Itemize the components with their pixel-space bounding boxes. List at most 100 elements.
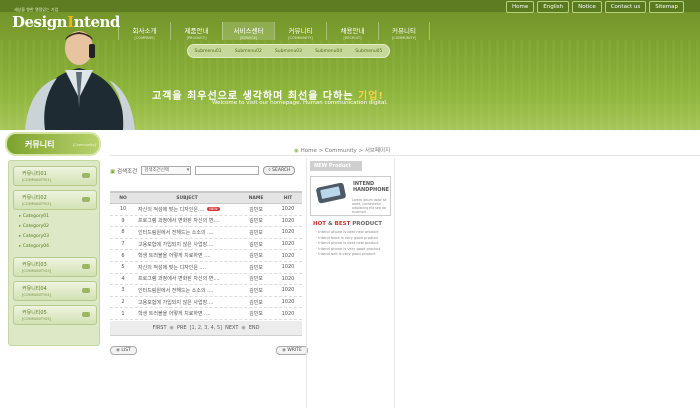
list-item[interactable]: Intend phone is best new product [316,241,380,247]
sidebar-item-community02[interactable]: 커뮤니티02 [COMMUNITY02] [13,190,97,210]
write-button[interactable]: WRITE [276,346,308,355]
top-link-contact[interactable]: Contact us [604,1,647,13]
subject-link[interactable]: 고용보험에 가입되지 않은 사업장.... [138,242,214,248]
sidebar-item-label: 커뮤니티02 [22,195,47,201]
sidebar-item-community04[interactable]: 커뮤니티04 [COMMUNITY04] [13,281,97,301]
nav-label: 제품안내 [184,27,209,35]
hot-best-title: HOT & BEST PRODUCT [313,221,382,227]
cell-subject[interactable]: 인터드림원에서 전해드는 소소의 .... [136,229,238,236]
cell-hit: 1020 [281,252,295,259]
pager-next[interactable]: NEXT [225,325,238,331]
arrow-icon [82,173,90,178]
column-header-name: NAME [248,195,264,201]
hot-title-amp: & [326,221,335,227]
search-icon: ⌕ [268,168,271,173]
subject-link[interactable]: 자신의 적성에 맞는 디자인은.... [138,207,204,213]
new-product-tab[interactable]: NEW Product [310,161,362,171]
subject-link[interactable]: 인터드림원에서 전해드는 소소의 .... [138,288,214,294]
search-button[interactable]: ⌕ SEARCH [263,166,296,175]
cell-subject[interactable]: 인터드림원에서 전해드는 소소의 .... [136,287,238,294]
table-row: 3 인터드림원에서 전해드는 소소의 .... 김민보 1020 [110,285,302,297]
table-header: NO SUBJECT NAME HIT [110,191,302,204]
sidebar-item-community05[interactable]: 커뮤니티05 [COMMUNITY05] [13,305,97,325]
cell-subject[interactable]: 프로그램 과정에서 변화된 자신의 변.... [136,275,238,282]
nav-item-product[interactable]: 제품안내 [PRODUCT] [170,22,222,40]
list-item[interactable]: Intend bell is very good product [316,252,380,258]
subject-link[interactable]: 고용보험에 가입되지 않은 사업장.... [138,300,214,306]
sidebar-subitem-category04[interactable]: Category04 [19,244,49,249]
next-arrow-icon[interactable]: ◉ [241,325,245,331]
sidebar-subitem-category03[interactable]: Category03 [19,234,49,239]
pager-first[interactable]: FIRST [152,325,166,331]
pager-prev[interactable]: PRE [177,325,187,331]
cell-no: 7 [121,241,125,248]
cell-no: 10 [119,206,127,213]
cell-hit: 1020 [281,287,295,294]
nav-item-service[interactable]: 서비스센터 [SERVICE] [222,22,274,40]
top-link-english[interactable]: English [537,1,570,13]
nav-sublabel: [COMPANY] [134,36,155,40]
cell-subject[interactable]: 고용보험에 가입되지 않은 사업장.... [136,241,238,248]
subnav-item-4[interactable]: Submenu04 [315,49,342,54]
search-input[interactable] [195,166,260,175]
subject-link[interactable]: 자신의 적성에 맞는 디자인은 .... [138,265,206,271]
sidebar-subitem-category02[interactable]: Category02 [19,224,49,229]
search-condition-select[interactable]: 검색조건선택 [141,166,192,175]
column-header-hit: HIT [283,195,293,201]
cell-subject[interactable]: 고용보험에 가입되지 않은 사업장.... [136,299,238,306]
nav-item-community[interactable]: 커뮤니티 [COMMUNITY] [274,22,326,40]
breadcrumb-divider [110,155,700,156]
product-banner[interactable]: INTEND HANDPHONE Lorem ipsum dolor sit a… [310,176,391,216]
pager-end[interactable]: END [249,325,260,331]
subject-link[interactable]: 프로그램 과정에서 변화된 자신의 변.... [138,218,220,224]
slogan-english: Welcome to visit our homepage. Human com… [212,100,388,106]
sidebar-item-community01[interactable]: 커뮤니티01 [COMMUNITY01] [13,166,97,186]
cell-name: 김민보 [249,253,263,260]
search-button-label: SEARCH [272,168,291,173]
cell-subject[interactable]: 학생 트러블을 어떻게 치료하면 .... [136,252,238,259]
table-row: 10 자신의 적성에 맞는 디자인은.... NEW 김민보 1020 [110,204,302,216]
nav-item-community-2[interactable]: 커뮤니티 [COMMUNITY] [378,22,430,40]
cell-subject[interactable]: 자신의 적성에 맞는 디자인은.... NEW [136,206,238,213]
subject-link[interactable]: 학생 트러블을 어떻게 치료하면 .... [138,253,211,259]
cell-subject[interactable]: 학생 트러블을 어떻게 치료하면 .... [136,310,238,317]
sidebar-item-label: 커뮤니티03 [22,262,47,268]
top-link-notice[interactable]: Notice [572,1,602,13]
nav-item-recruit[interactable]: 채용안내 [RECRUIT] [326,22,378,40]
top-links: Home English Notice Contact us Sitemap [506,1,684,13]
nav-label: 서비스센터 [233,27,264,35]
cell-name: 김민보 [249,206,263,213]
subject-link[interactable]: 프로그램 과정에서 변화된 자신의 변.... [138,276,220,282]
subject-link[interactable]: 학생 트러블을 어떻게 치료하면 .... [138,311,211,317]
sidebar-item-community03[interactable]: 커뮤니티03 [COMMUNITY03] [13,257,97,277]
subnav-item-5[interactable]: Submenu05 [355,49,382,54]
cell-no: 3 [121,287,125,294]
subnav-item-3[interactable]: Submenu03 [275,49,302,54]
nav-item-company[interactable]: 회사소개 [COMPANY] [118,22,170,40]
sidebar-item-sublabel: [COMMUNITY01] [22,178,51,182]
top-link-home[interactable]: Home [506,1,535,13]
subnav-item-1[interactable]: Submenu01 [195,49,222,54]
cell-subject[interactable]: 프로그램 과정에서 변화된 자신의 변.... [136,217,238,224]
pager-pages[interactable]: [1, 2, 3, 4, 5] [190,325,223,331]
list-button[interactable]: LIST [110,346,137,355]
breadcrumb: Home > Community > 서브페이지 [294,146,390,154]
breadcrumb-home[interactable]: Home [294,148,317,154]
table-row: 7 고용보험에 가입되지 않은 사업장.... 김민보 1020 [110,239,302,251]
arrow-icon [82,197,90,202]
cell-name: 김민보 [249,311,263,318]
product-description: Lorem ipsum dolor sit amet, consectetur … [352,198,387,214]
top-link-sitemap[interactable]: Sitemap [649,1,684,13]
table-row: 5 자신의 적성에 맞는 디자인은 .... 김민보 1020 [110,262,302,274]
table-row: 6 학생 트러블을 어떻게 치료하면 .... 김민보 1020 [110,250,302,262]
cell-name: 김민보 [249,276,263,283]
sidebar-subitem-category01[interactable]: Category01 [19,214,49,219]
cell-subject[interactable]: 자신의 적성에 맞는 디자인은 .... [136,264,238,271]
subject-link[interactable]: 인터드림원에서 전해드는 소소의 .... [138,230,214,236]
subnav-item-2[interactable]: Submenu02 [235,49,262,54]
sidebar-item-sublabel: [COMMUNITY02] [22,202,51,206]
cell-hit: 1020 [281,229,295,236]
prev-arrow-icon[interactable]: ◉ [170,325,174,331]
list-item[interactable]: Intend phone is best new product [316,230,380,236]
breadcrumb-community[interactable]: Community [325,148,357,154]
